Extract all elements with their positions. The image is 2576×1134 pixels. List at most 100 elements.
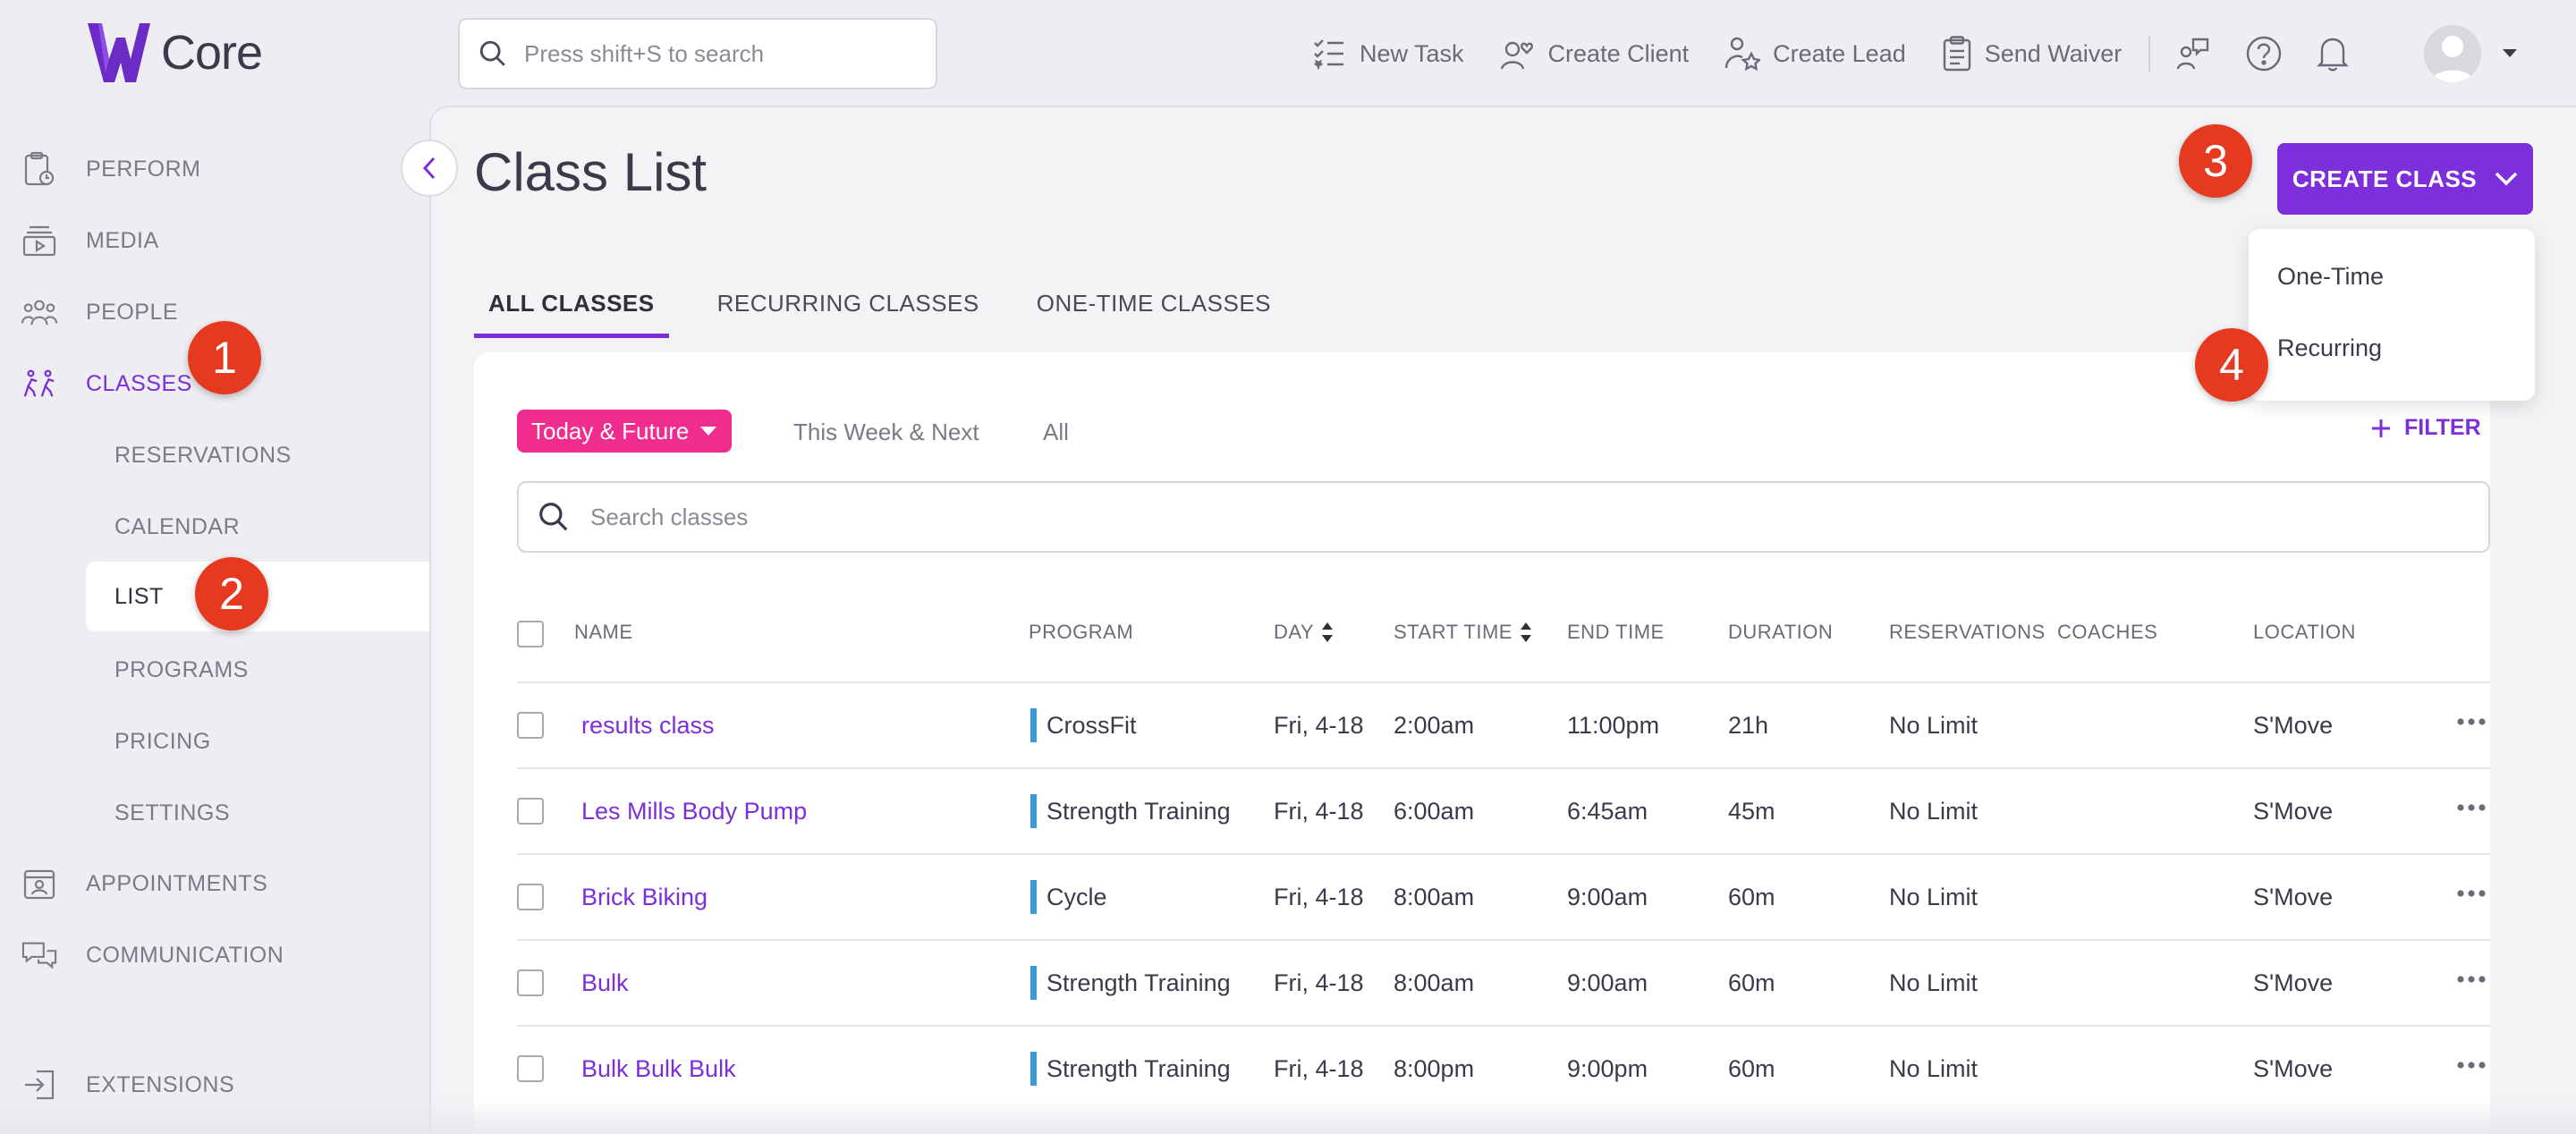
dropdown-item-recurring[interactable]: Recurring [2277, 334, 2382, 362]
row-more-button[interactable] [2456, 717, 2487, 726]
sidebar-subitem-pricing[interactable]: PRICING [86, 707, 429, 776]
row-checkbox[interactable] [517, 969, 544, 996]
column-header-reservations[interactable]: RESERVATIONS [1889, 621, 2046, 644]
page-title: Class List [474, 142, 708, 202]
end-time-cell: 9:00am [1567, 884, 1648, 910]
column-header-name[interactable]: NAME [574, 621, 633, 644]
location-cell: S'Move [2253, 884, 2334, 910]
reservations-cell: No Limit [1889, 712, 1979, 739]
class-name-link[interactable]: results class [581, 712, 715, 740]
location-cell: S'Move [2253, 798, 2334, 825]
send-waiver-button[interactable]: Send Waiver [1942, 36, 2122, 72]
select-all-checkbox[interactable] [517, 621, 544, 647]
more-dots-icon [2457, 1062, 2486, 1069]
create-client-button[interactable]: Create Client [1500, 37, 1690, 71]
table-row[interactable]: Brick Biking Cycle Fri, 4-18 8:00am 9:00… [517, 853, 2490, 939]
class-name-link[interactable]: Brick Biking [581, 884, 708, 911]
person-chat-icon [2177, 38, 2209, 70]
subitem-label: SETTINGS [114, 800, 231, 825]
row-more-button[interactable] [2456, 975, 2487, 984]
sidebar-item-label: MEDIA [86, 227, 159, 253]
date-filter-all[interactable]: All [1043, 419, 1069, 446]
class-name-link[interactable]: Bulk [581, 969, 629, 997]
more-dots-icon [2457, 890, 2486, 897]
sidebar-item-label: PERFORM [86, 156, 201, 182]
global-search-input[interactable] [524, 39, 900, 68]
row-checkbox[interactable] [517, 798, 544, 825]
w-logo-icon [88, 23, 150, 82]
app-logo[interactable]: Core [86, 21, 263, 84]
class-name-link[interactable]: Bulk Bulk Bulk [581, 1055, 736, 1083]
chat-bubbles-icon [21, 942, 57, 969]
class-search-input[interactable] [590, 503, 2379, 531]
table-row[interactable]: Les Mills Body Pump Strength Training Fr… [517, 767, 2490, 853]
column-header-end-time[interactable]: END TIME [1567, 621, 1665, 644]
global-search-box[interactable] [458, 18, 937, 89]
plus-icon [2372, 419, 2390, 437]
reservations-cell: No Limit [1889, 1055, 1979, 1082]
program-cell: Cycle [1046, 884, 1107, 910]
start-time-cell: 8:00am [1394, 969, 1475, 996]
column-header-program[interactable]: PROGRAM [1029, 621, 1133, 644]
filter-button[interactable]: FILTER [2370, 415, 2481, 441]
tab-all-classes[interactable]: ALL CLASSES [474, 283, 669, 338]
column-header-day[interactable]: DAY [1274, 621, 1334, 644]
sidebar-item-extensions[interactable]: EXTENSIONS [0, 1054, 429, 1116]
sidebar-item-media[interactable]: MEDIA [0, 209, 429, 272]
new-task-button[interactable]: New Task [1311, 38, 1464, 70]
table-row[interactable]: Bulk Strength Training Fri, 4-18 8:00am … [517, 939, 2490, 1025]
date-filter-this-week-next[interactable]: This Week & Next [793, 419, 979, 446]
date-filter-label: Today & Future [531, 417, 690, 444]
program-color-bar [1030, 966, 1037, 1000]
create-lead-button[interactable]: Create Lead [1724, 36, 1906, 72]
top-actions: New Task Create Client Create Lead Send … [1311, 25, 2519, 82]
tab-one-time-classes[interactable]: ONE-TIME CLASSES [1037, 283, 1271, 338]
program-color-bar [1030, 880, 1037, 914]
notifications-button[interactable] [2317, 36, 2350, 72]
sidebar-subitem-programs[interactable]: PROGRAMS [86, 635, 429, 705]
class-name-link[interactable]: Les Mills Body Pump [581, 798, 807, 825]
table-row[interactable]: Bulk Bulk Bulk Strength Training Fri, 4-… [517, 1025, 2490, 1111]
more-dots-icon [2457, 976, 2486, 983]
help-button[interactable] [2245, 35, 2283, 72]
column-header-location[interactable]: LOCATION [2253, 621, 2356, 644]
column-header-duration[interactable]: DURATION [1728, 621, 1833, 644]
date-filter-today-future[interactable]: Today & Future [517, 410, 733, 453]
column-header-start-time[interactable]: START TIME [1394, 621, 1532, 644]
program-color-bar [1030, 794, 1037, 828]
dropdown-item-one-time[interactable]: One-Time [2277, 263, 2384, 291]
row-checkbox[interactable] [517, 712, 544, 739]
sidebar-item-perform[interactable]: PERFORM [0, 138, 429, 200]
row-more-button[interactable] [2456, 803, 2487, 812]
start-time-cell: 8:00pm [1394, 1055, 1475, 1082]
table-row[interactable]: results class CrossFit Fri, 4-18 2:00am … [517, 681, 2490, 767]
sidebar-subitem-calendar[interactable]: CALENDAR [86, 492, 429, 562]
column-header-coaches[interactable]: COACHES [2057, 621, 2157, 644]
collapse-sidebar-button[interactable] [401, 140, 458, 197]
create-client-label: Create Client [1547, 39, 1690, 67]
sort-icon [1520, 622, 1531, 642]
row-more-button[interactable] [2456, 1061, 2487, 1070]
class-search-box[interactable] [517, 481, 2490, 553]
tab-recurring-classes[interactable]: RECURRING CLASSES [717, 283, 979, 338]
classes-running-icon [23, 369, 55, 397]
program-cell: Strength Training [1046, 1055, 1231, 1082]
task-list-icon [1314, 39, 1343, 70]
create-class-dropdown: One-Time Recurring [2249, 229, 2535, 401]
program-color-bar [1030, 1052, 1037, 1086]
row-more-button[interactable] [2456, 889, 2487, 898]
clipboard-clock-icon [24, 151, 55, 186]
user-menu[interactable] [2424, 25, 2519, 82]
class-tabs: ALL CLASSES RECURRING CLASSES ONE-TIME C… [474, 283, 1328, 338]
step-badge-1: 1 [188, 321, 261, 394]
sidebar-subitem-reservations[interactable]: RESERVATIONS [86, 420, 429, 490]
row-checkbox[interactable] [517, 1055, 544, 1082]
sidebar-item-communication[interactable]: COMMUNICATION [0, 924, 429, 986]
sort-icon [1322, 622, 1334, 642]
row-checkbox[interactable] [517, 884, 544, 910]
step-badge-3: 3 [2179, 124, 2252, 198]
sidebar-item-appointments[interactable]: APPOINTMENTS [0, 852, 429, 915]
feedback-button[interactable] [2175, 36, 2211, 72]
create-class-button[interactable]: CREATE CLASS [2277, 143, 2533, 215]
sidebar-subitem-settings[interactable]: SETTINGS [86, 778, 429, 848]
